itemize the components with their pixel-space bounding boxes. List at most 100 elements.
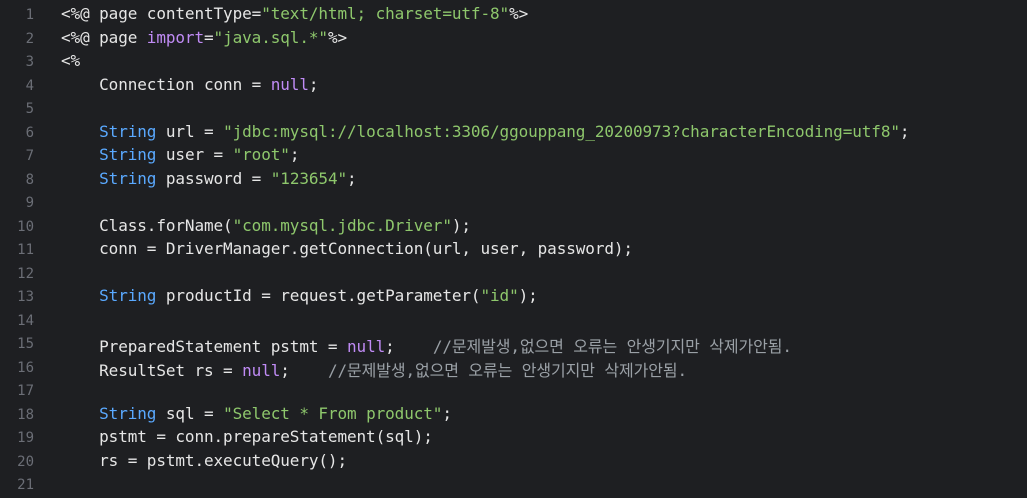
code-line[interactable]: 9 [0,192,1027,216]
line-number: 15 [17,336,34,352]
code-line[interactable]: 11 conn = DriverManager.getConnection(ur… [0,239,1027,263]
code-token: PreparedStatement pstmt = [61,337,347,356]
code-token: null [270,74,309,94]
code-line[interactable]: 13 String productId = request.getParamet… [0,286,1027,310]
line-number: 3 [25,54,34,70]
code-token: url = [156,121,224,141]
line-number: 16 [17,359,34,376]
code-line[interactable]: 4 Connection conn = null; [0,75,1027,99]
code-text: rs = pstmt.executeQuery(); [61,451,347,470]
code-token: user = [156,145,233,164]
line-number: 14 [17,312,34,329]
code-line[interactable]: 10 Class.forName("com.mysql.jdbc.Driver"… [0,216,1027,240]
code-token: <%@ page [61,27,147,47]
code-text: Connection conn = null; [61,75,318,94]
line-number: 1 [25,7,34,23]
code-line[interactable]: 14 [0,310,1027,334]
code-token: ; [347,168,357,188]
code-text: ResultSet rs = null; //문제발생,없으면 오류는 안생기지… [61,357,687,381]
code-token: conn = DriverManager.getConnection(url, … [61,239,633,258]
code-token: ; [289,145,300,164]
code-token: ; [385,337,433,356]
code-text: Class.forName("com.mysql.jdbc.Driver"); [61,216,471,235]
line-number: 20 [17,453,34,470]
code-token: ; [442,403,452,423]
code-token: "text/html; charset=utf-8" [261,4,510,23]
code-line[interactable]: 1 <%@ page contentType="text/html; charse… [0,4,1027,28]
code-line[interactable]: 2 <%@ page import="java.sql.*"%> [0,28,1027,52]
code-token: "123654" [270,168,348,188]
code-token: pstmt = conn.prepareStatement(sql); [61,427,433,446]
code-text: conn = DriverManager.getConnection(url, … [61,239,633,258]
code-token: <%@ page contentType= [61,4,262,23]
line-number: 10 [17,218,34,235]
code-text: PreparedStatement pstmt = null; //문제발생,없… [61,333,792,357]
line-number: 6 [25,124,34,141]
code-line[interactable]: 20 rs = pstmt.executeQuery(); [0,451,1027,475]
line-number: 19 [17,430,34,446]
code-line[interactable]: 12 [0,263,1027,287]
code-line[interactable]: 8 String password = "123654"; [0,169,1027,193]
code-token: "id" [480,286,519,305]
code-token: null [242,360,281,380]
code-token: ; [899,121,910,141]
code-text: pstmt = conn.prepareStatement(sql); [61,427,433,446]
line-number: 13 [17,289,34,305]
code-token: %> [327,27,348,47]
code-token: ; [308,74,319,94]
code-token: import [146,27,204,47]
code-token: productId = request.getParameter( [156,286,481,305]
line-number: 21 [17,477,34,493]
line-number: 17 [17,383,34,399]
code-token: ); [518,286,538,305]
code-token: %> [509,4,529,23]
code-line[interactable]: 5 [0,98,1027,122]
code-token: ResultSet rs = [61,360,243,380]
line-number: 4 [25,77,34,94]
code-token: ; [280,360,328,380]
code-token: "jdbc:mysql://localhost:3306/ggouppang_2… [223,121,900,141]
code-token: rs = pstmt.executeQuery(); [61,450,347,470]
line-number: 11 [17,242,34,258]
code-line[interactable]: 7 String user = "root"; [0,145,1027,169]
code-token: //문제발생,없으면 오류는 안생기지만 삭제가안됨. [432,337,792,356]
code-line[interactable]: 18 String sql = "Select * From product"; [0,404,1027,428]
code-token: "java.sql.*" [213,27,329,47]
line-number: 12 [17,265,34,282]
code-token: String [99,286,157,305]
code-token: null [347,337,386,356]
code-text: String password = "123654"; [61,169,357,188]
code-line[interactable]: 3 <% [0,51,1027,75]
code-line[interactable]: 17 [0,380,1027,404]
code-text: <%@ page contentType="text/html; charset… [61,4,528,23]
line-number: 2 [25,30,34,47]
code-token: <% [61,51,81,70]
code-line[interactable]: 15 PreparedStatement pstmt = null; //문제발… [0,333,1027,357]
code-text: <%@ page import="java.sql.*"%> [61,28,347,47]
code-token: Connection conn = [61,74,271,94]
code-token: String [99,403,157,423]
line-number: 8 [25,171,34,188]
code-token: "Select * From product" [223,403,443,423]
code-line[interactable]: 6 String url = "jdbc:mysql://localhost:3… [0,122,1027,146]
code-token: String [99,121,157,141]
code-line[interactable]: 19 pstmt = conn.prepareStatement(sql); [0,427,1027,451]
code-editor[interactable]: 1 <%@ page contentType="text/html; charse… [0,0,1027,496]
code-text: String url = "jdbc:mysql://localhost:330… [61,122,909,141]
line-number: 7 [25,148,34,164]
line-number: 9 [25,195,34,211]
code-token: "com.mysql.jdbc.Driver" [232,215,452,235]
line-number: 18 [17,406,34,423]
code-token: //문제발생,없으면 오류는 안생기지만 삭제가안됨. [327,360,688,380]
code-text: <% [61,51,80,70]
code-line[interactable]: 16 ResultSet rs = null; //문제발생,없으면 오류는 안… [0,357,1027,381]
code-text: String sql = "Select * From product"; [61,404,452,423]
code-token: String [99,145,157,164]
code-line[interactable]: 21 [0,474,1027,498]
code-text: String user = "root"; [61,145,299,164]
